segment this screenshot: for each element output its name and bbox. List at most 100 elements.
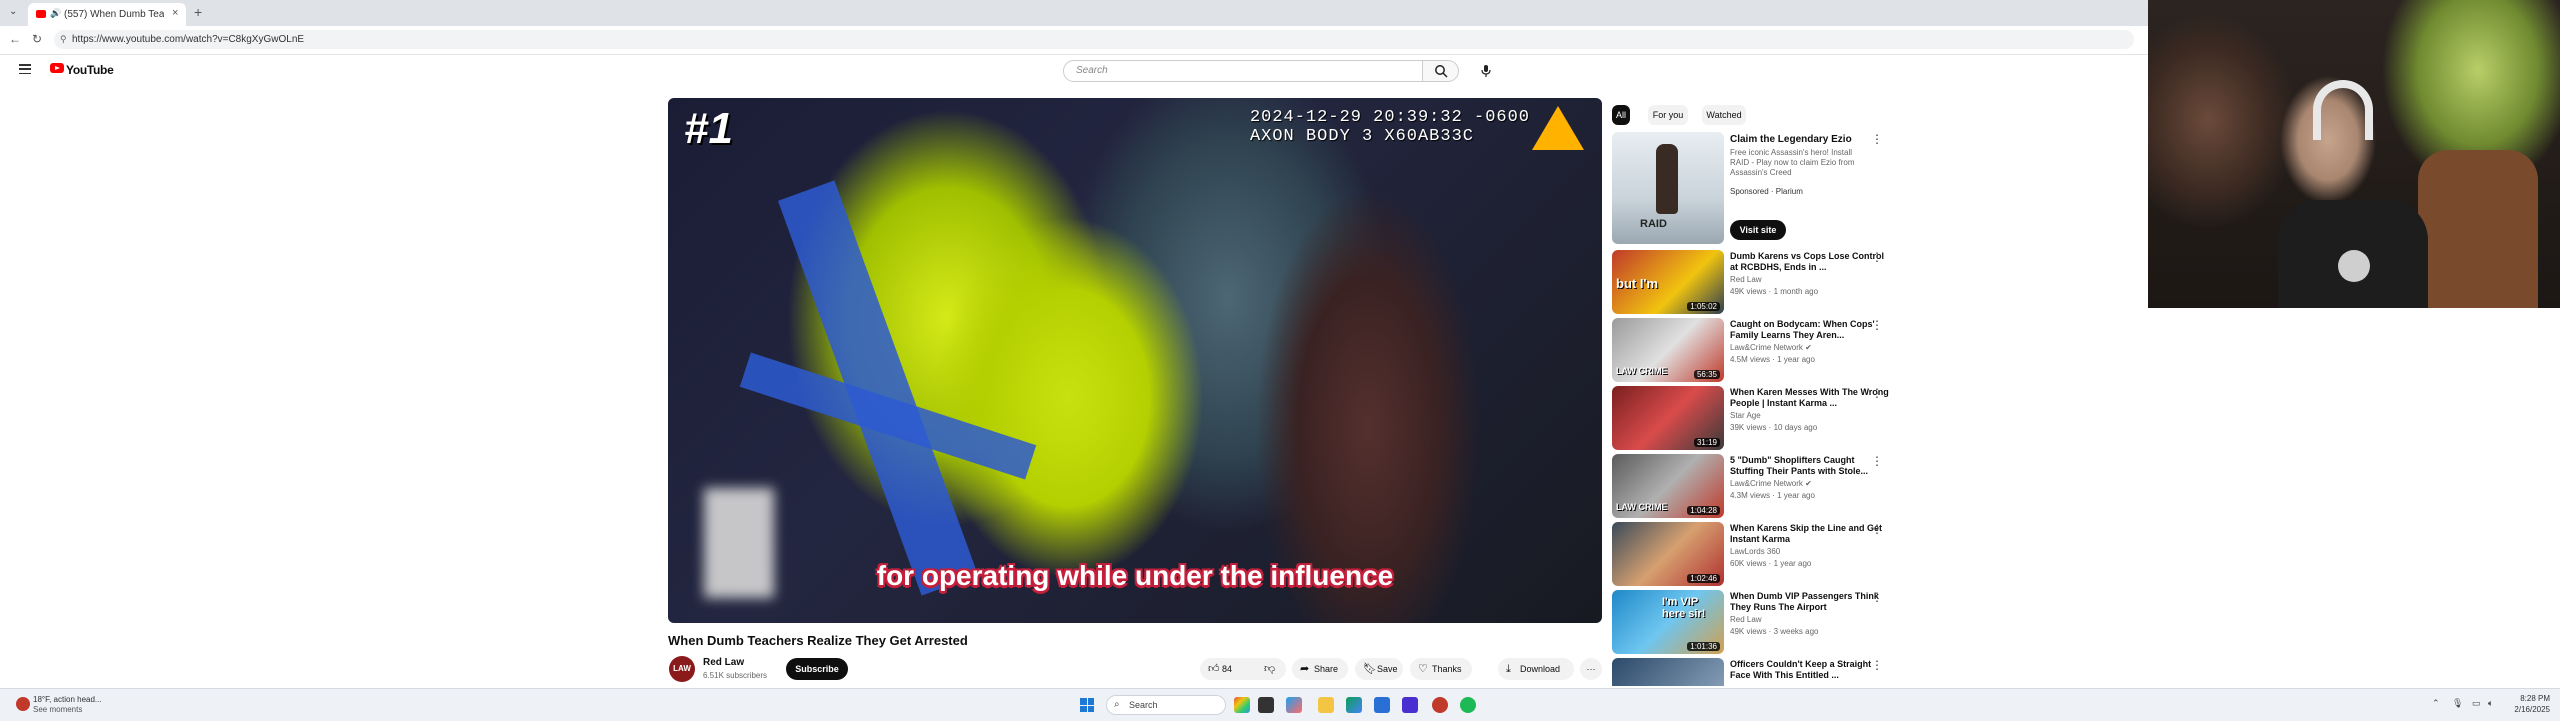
edge-browser-icon[interactable] xyxy=(1346,697,1362,713)
browser-tab-active[interactable]: 🔊 (557) When Dumb Teachers R × xyxy=(28,3,186,26)
search-icon xyxy=(1435,65,1448,78)
video-player[interactable]: #1 2024-12-29 20:39:32 -0600 AXON BODY 3… xyxy=(668,98,1602,623)
tab-search-chevron-icon[interactable]: ⌄ xyxy=(9,6,17,17)
more-actions-button[interactable]: ··· xyxy=(1580,658,1602,680)
video-thumbnail[interactable]: 31:19 xyxy=(1612,386,1724,450)
recommendation-title: When Dumb VIP Passengers Think They Runs… xyxy=(1730,591,1879,612)
recommendation-item[interactable]: 31:19 When Karen Messes With The Wrong P… xyxy=(1612,386,1902,450)
search-input[interactable]: Search xyxy=(1063,60,1423,82)
network-icon[interactable]: ▭ xyxy=(2472,698,2481,709)
new-tab-button[interactable]: + xyxy=(194,4,202,20)
taskbar-date[interactable]: 2/16/2025 xyxy=(2504,705,2550,714)
thumbnail-caption: LAW CRIME xyxy=(1616,366,1668,376)
youtube-logo-text[interactable]: YouTube xyxy=(66,63,114,77)
game-app-icon[interactable] xyxy=(1432,697,1448,713)
recommendation-meta: 49K views · 3 weeks ago xyxy=(1730,627,1819,636)
copilot-icon[interactable] xyxy=(1286,697,1302,713)
recommendation-title: When Karens Skip the Line and Get Instan… xyxy=(1730,523,1883,544)
dislike-button[interactable]: 👎︎ xyxy=(1256,658,1286,680)
recommendation-meta: 4.5M views · 1 year ago xyxy=(1730,355,1815,364)
recommendation-channel[interactable]: Law&Crime Network ✔ xyxy=(1730,479,1812,488)
share-button[interactable]: ➦ Share xyxy=(1292,658,1348,680)
recommendation-channel[interactable]: LawLords 360 xyxy=(1730,547,1780,556)
chip-watched[interactable]: Watched xyxy=(1702,105,1746,125)
video-thumbnail[interactable] xyxy=(1612,658,1724,686)
video-thumbnail[interactable]: I'm VIP here sir! 1:01:36 xyxy=(1612,590,1724,654)
recommendation-channel[interactable]: Star Age xyxy=(1730,411,1761,420)
download-icon: ⤓ xyxy=(1506,663,1511,675)
more-options-icon[interactable]: ⋮ xyxy=(1871,250,1883,264)
tray-chevron-icon[interactable]: ⌃ xyxy=(2432,698,2440,709)
channel-avatar[interactable]: LAW xyxy=(669,656,695,682)
recommendation-item[interactable]: Officers Couldn't Keep a Straight Face W… xyxy=(1612,658,1902,686)
video-duration: 1:02:46 xyxy=(1687,574,1720,583)
more-options-icon[interactable]: ⋮ xyxy=(1871,590,1883,604)
widget-app-icon[interactable] xyxy=(1234,697,1250,713)
ad-thumbnail[interactable]: RAID xyxy=(1612,132,1724,244)
recommendation-channel[interactable]: Red Law xyxy=(1730,615,1762,624)
thanks-button[interactable]: ♡ Thanks xyxy=(1410,658,1472,680)
reload-icon[interactable]: ↻ xyxy=(32,32,42,46)
recommendation-item[interactable]: LAW CRIME 1:04:28 5 "Dumb" Shoplifters C… xyxy=(1612,454,1902,518)
weather-widget-icon[interactable] xyxy=(16,697,30,711)
more-options-icon[interactable]: ⋮ xyxy=(1871,318,1883,332)
menu-hamburger-icon[interactable] xyxy=(19,64,31,75)
recommendation-title: When Karen Messes With The Wrong People … xyxy=(1730,387,1889,408)
more-options-icon[interactable]: ⋮ xyxy=(1871,132,1883,146)
recommendation-item[interactable]: 1:02:46 When Karens Skip the Line and Ge… xyxy=(1612,522,1902,586)
recommendation-item[interactable]: I'm VIP here sir! 1:01:36 When Dumb VIP … xyxy=(1612,590,1902,654)
like-count: 84 xyxy=(1222,664,1233,674)
widget-line1[interactable]: 18°F, action head... xyxy=(33,695,102,704)
spotify-icon[interactable] xyxy=(1460,697,1476,713)
more-options-icon[interactable]: ⋮ xyxy=(1871,658,1883,672)
video-duration: 1:04:28 xyxy=(1687,506,1720,515)
recommendation-item[interactable]: LAW CRIME 56:35 Caught on Bodycam: When … xyxy=(1612,318,1902,382)
thumbnail-caption: LAW CRIME xyxy=(1616,502,1668,512)
recommendation-meta: 39K views · 10 days ago xyxy=(1730,423,1818,432)
site-info-icon[interactable]: ⚲ xyxy=(60,30,67,49)
windows-start-icon[interactable] xyxy=(1080,698,1094,712)
youtube-logo-icon[interactable] xyxy=(50,63,64,73)
recommendation-channel[interactable]: Red Law xyxy=(1730,275,1762,284)
widget-line2[interactable]: See moments xyxy=(33,705,82,714)
taskbar-search[interactable]: ⌕ Search xyxy=(1106,695,1226,715)
chip-all[interactable]: All xyxy=(1612,105,1630,125)
save-button[interactable]: 🔖︎ Save xyxy=(1355,658,1403,680)
video-caption: for operating while under the influence xyxy=(876,560,1394,591)
file-explorer-icon[interactable] xyxy=(1318,697,1334,713)
sponsored-ad-card[interactable]: RAID Claim the Legendary Ezio Free iconi… xyxy=(1612,132,1902,244)
voice-search-button[interactable] xyxy=(1474,60,1498,82)
video-thumbnail[interactable]: but I'm 1:05:02 xyxy=(1612,250,1724,314)
video-thumbnail[interactable]: LAW CRIME 56:35 xyxy=(1612,318,1724,382)
tab-close-icon[interactable]: × xyxy=(172,7,178,19)
search-button[interactable] xyxy=(1423,60,1459,82)
webcam-overlay xyxy=(2148,0,2560,308)
microphone-tray-icon[interactable]: 🎙︎ xyxy=(2452,698,2463,709)
download-button[interactable]: ⤓ Download xyxy=(1498,658,1574,680)
video-thumbnail[interactable]: 1:02:46 xyxy=(1612,522,1724,586)
recommendation-title: 5 "Dumb" Shoplifters Caught Stuffing The… xyxy=(1730,455,1869,476)
more-options-icon[interactable]: ⋮ xyxy=(1871,454,1883,468)
video-duration: 1:01:36 xyxy=(1687,642,1720,651)
recommendation-title: Officers Couldn't Keep a Straight Face W… xyxy=(1730,659,1872,680)
chip-for-you[interactable]: For you xyxy=(1648,105,1688,125)
store-icon[interactable] xyxy=(1374,697,1390,713)
url-field[interactable]: ⚲ https://www.youtube.com/watch?v=C8kgXy… xyxy=(54,30,2134,49)
recommendation-item[interactable]: but I'm 1:05:02 Dumb Karens vs Cops Lose… xyxy=(1612,250,1902,314)
video-duration: 56:35 xyxy=(1693,370,1720,379)
headset-icon xyxy=(2313,80,2373,140)
messaging-app-icon[interactable] xyxy=(1402,697,1418,713)
audio-playing-icon[interactable]: 🔊 xyxy=(50,8,61,19)
volume-icon[interactable]: 🔈︎ xyxy=(2488,698,2493,709)
more-options-icon[interactable]: ⋮ xyxy=(1871,386,1883,400)
channel-name[interactable]: Red Law xyxy=(703,657,744,668)
recommendation-channel[interactable]: Law&Crime Network ✔ xyxy=(1730,343,1812,352)
task-view-icon[interactable] xyxy=(1258,697,1274,713)
bodycam-timestamp-line1: 2024-12-29 20:39:32 -0600 xyxy=(1249,108,1530,127)
subscribe-button[interactable]: Subscribe xyxy=(786,658,848,680)
more-options-icon[interactable]: ⋮ xyxy=(1871,522,1883,536)
back-arrow-icon[interactable]: ← xyxy=(9,32,21,46)
video-thumbnail[interactable]: LAW CRIME 1:04:28 xyxy=(1612,454,1724,518)
taskbar-time[interactable]: 8:28 PM xyxy=(2504,694,2550,703)
visit-site-button[interactable]: Visit site xyxy=(1730,220,1786,240)
